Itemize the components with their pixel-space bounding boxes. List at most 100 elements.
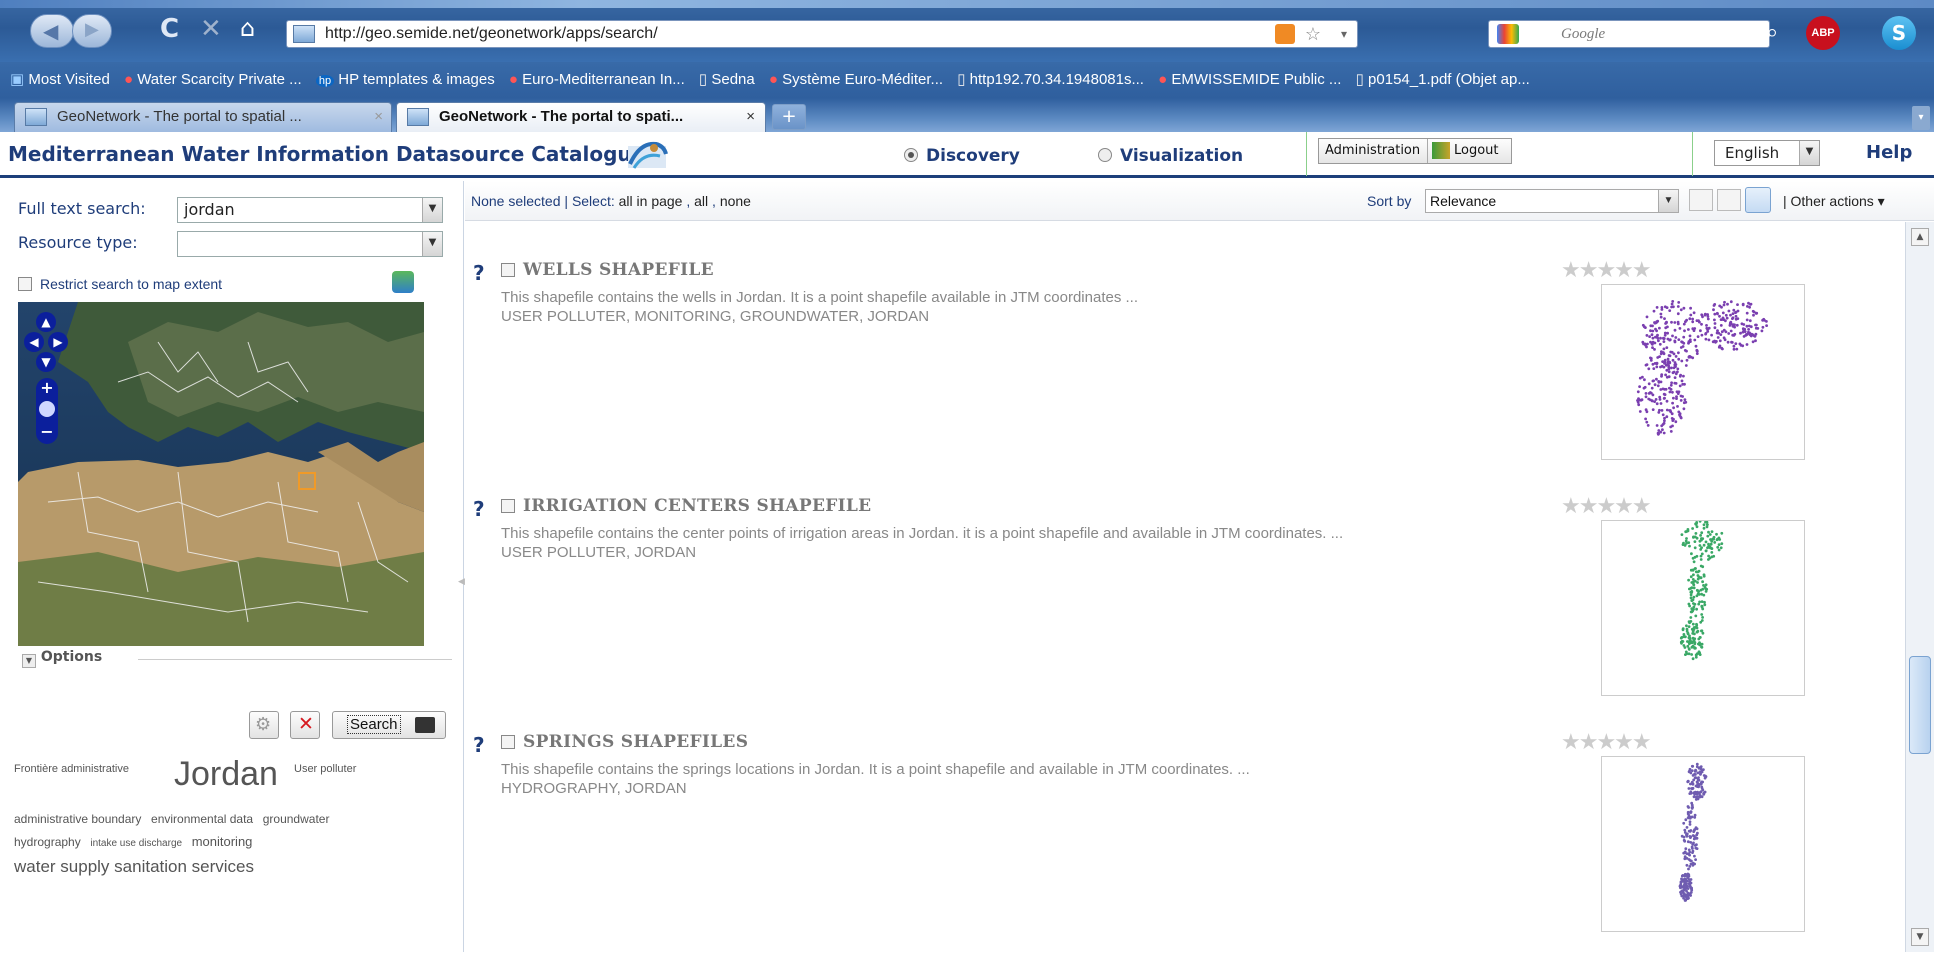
bookmark-star-icon[interactable]: ☆ <box>1305 21 1321 47</box>
language-select[interactable]: English ▼ <box>1714 140 1820 166</box>
sort-by-select[interactable]: Relevance ▼ <box>1425 189 1679 213</box>
scroll-up-icon[interactable]: ▲ <box>1911 228 1929 246</box>
thumbnail-point <box>1719 324 1723 327</box>
user-location-icon[interactable] <box>392 271 414 293</box>
new-tab-button[interactable]: + <box>772 104 806 130</box>
zoom-out-icon[interactable]: − <box>36 422 58 442</box>
full-view-icon[interactable] <box>1745 187 1771 213</box>
chevron-down-icon[interactable]: ▼ <box>422 198 442 222</box>
tag-intake-use-discharge[interactable]: intake use discharge <box>90 838 182 849</box>
thumbnail-point <box>1678 327 1682 330</box>
options-toggle[interactable]: ▼ Options <box>18 649 452 669</box>
thumbnail-point <box>1682 894 1686 898</box>
result-title[interactable]: WELLS SHAPEFILE <box>501 260 714 280</box>
bookmark-item[interactable]: ▯ Sedna <box>699 71 755 88</box>
reset-button[interactable]: ✕ <box>290 711 320 739</box>
bookmark-item[interactable]: ● Système Euro-Méditer... <box>769 71 943 88</box>
back-button[interactable]: ◀ <box>30 14 74 48</box>
result-title[interactable]: SPRINGS SHAPEFILES <box>501 732 748 752</box>
help-link[interactable]: Help <box>1866 142 1912 163</box>
thumbnail-point <box>1698 641 1701 644</box>
tag-water-supply-sanitation-services[interactable]: water supply sanitation services <box>14 857 254 877</box>
tag-administrative-boundary[interactable]: administrative boundary <box>14 812 141 826</box>
tab-close-icon[interactable]: × <box>746 103 755 131</box>
address-bar[interactable]: http://geo.semide.net/geonetwork/apps/se… <box>286 20 1358 48</box>
result-thumbnail[interactable] <box>1601 519 1805 696</box>
search-button[interactable]: Search <box>332 711 446 739</box>
result-checkbox[interactable] <box>501 735 515 749</box>
bookmark-item[interactable]: ▯ http192.70.34.1948081s... <box>957 71 1144 88</box>
bookmark-item[interactable]: ▯ p0154_1.pdf (Objet ap... <box>1356 71 1530 88</box>
panel-collapse-handle[interactable]: ◀ <box>458 577 465 597</box>
select-all-in-page-link[interactable]: all in page <box>619 193 683 209</box>
back-arrow-icon: ◀ <box>43 19 59 43</box>
select-all-link[interactable]: all <box>694 193 708 209</box>
pan-left-icon[interactable]: ◀ <box>24 332 44 352</box>
search-engine-box[interactable]: Google <box>1488 20 1770 48</box>
full-text-input[interactable]: jordan ▼ <box>177 197 443 223</box>
list-view-icon[interactable] <box>1689 189 1713 211</box>
tag-user-polluter[interactable]: User polluter <box>294 763 356 775</box>
tag-hydrography[interactable]: hydrography <box>14 835 81 849</box>
thumbnail-point <box>1687 640 1690 644</box>
bookmark-item[interactable]: ● Water Scarcity Private ... <box>124 71 302 88</box>
reload-icon[interactable]: C <box>160 14 179 44</box>
thumbnail-point <box>1647 382 1651 386</box>
skype-icon[interactable]: S <box>1882 16 1916 50</box>
rating-stars[interactable]: ★★★★★ <box>1561 494 1652 519</box>
adblock-icon[interactable]: ABP <box>1806 16 1840 50</box>
rating-stars[interactable]: ★★★★★ <box>1561 730 1652 755</box>
tag-monitoring[interactable]: monitoring <box>192 834 253 849</box>
select-none-link[interactable]: none <box>720 193 751 209</box>
visualization-radio[interactable]: Visualization <box>1098 146 1243 166</box>
pan-right-icon[interactable]: ▶ <box>48 332 68 352</box>
zoom-control[interactable]: + − <box>36 378 58 444</box>
resource-type-select[interactable]: ▼ <box>177 231 443 257</box>
bookmark-item[interactable]: ● Euro-Mediterranean In... <box>509 71 685 88</box>
pan-up-icon[interactable]: ▲ <box>36 312 56 332</box>
pan-down-icon[interactable]: ▼ <box>36 352 56 372</box>
chevron-down-icon[interactable]: ▼ <box>422 232 442 256</box>
result-thumbnail[interactable] <box>1601 756 1805 932</box>
url-dropdown-icon[interactable]: ▾ <box>1341 21 1347 47</box>
result-thumbnail[interactable] <box>1601 284 1805 460</box>
zoom-in-icon[interactable]: + <box>36 378 58 398</box>
search-map[interactable]: ▲ ◀ ▶ ▼ + − <box>18 302 424 646</box>
bookmark-most-visited[interactable]: ▣ Most Visited <box>10 71 110 88</box>
advanced-settings-button[interactable]: ⚙ <box>249 711 279 739</box>
tag-frontiere-administrative[interactable]: Frontière administrative <box>14 763 129 775</box>
help-question-icon[interactable]: ? <box>473 733 485 757</box>
stop-icon[interactable]: ✕ <box>200 14 222 44</box>
tag-environmental-data[interactable]: environmental data <box>151 812 253 826</box>
zoom-world-icon[interactable] <box>39 401 55 417</box>
discovery-radio[interactable]: Discovery <box>904 146 1020 166</box>
result-checkbox[interactable] <box>501 263 515 277</box>
search-magnifier-icon[interactable]: ⌕ <box>1766 20 1778 45</box>
bookmark-item[interactable]: hp HP templates & images <box>315 71 495 88</box>
administration-button[interactable]: Administration <box>1325 143 1420 158</box>
tab-close-icon[interactable]: × <box>374 103 383 131</box>
pan-control[interactable]: ▲ ◀ ▶ ▼ <box>24 312 68 374</box>
tab-geonetwork-1[interactable]: GeoNetwork - The portal to spatial ... × <box>14 102 392 132</box>
other-actions-menu[interactable]: | Other actions ▾ <box>1783 193 1885 210</box>
results-scrollbar[interactable]: ▲ ▼ <box>1905 222 1934 952</box>
help-question-icon[interactable]: ? <box>473 497 485 521</box>
rating-stars[interactable]: ★★★★★ <box>1561 258 1652 283</box>
thumbnail-point <box>1661 351 1665 354</box>
thumbnail-view-icon[interactable] <box>1717 189 1741 211</box>
help-question-icon[interactable]: ? <box>473 261 485 285</box>
forward-button[interactable]: ▶ <box>72 14 112 48</box>
bookmark-item[interactable]: ● EMWISSEMIDE Public ... <box>1158 71 1341 88</box>
logout-button[interactable]: Logout <box>1427 139 1499 163</box>
tag-jordan[interactable]: Jordan <box>174 755 278 794</box>
result-title[interactable]: IRRIGATION CENTERS SHAPEFILE <box>501 496 871 516</box>
tab-list-button[interactable]: ▾ <box>1912 106 1930 130</box>
restrict-map-extent-checkbox[interactable]: Restrict search to map extent <box>18 276 222 292</box>
tab-geonetwork-2[interactable]: GeoNetwork - The portal to spati... × <box>396 102 766 132</box>
result-checkbox[interactable] <box>501 499 515 513</box>
tag-groundwater[interactable]: groundwater <box>263 812 330 826</box>
rss-icon[interactable] <box>1275 24 1295 44</box>
home-icon[interactable]: ⌂ <box>240 14 255 42</box>
scroll-down-icon[interactable]: ▼ <box>1911 928 1929 946</box>
scroll-thumb[interactable] <box>1909 656 1931 754</box>
